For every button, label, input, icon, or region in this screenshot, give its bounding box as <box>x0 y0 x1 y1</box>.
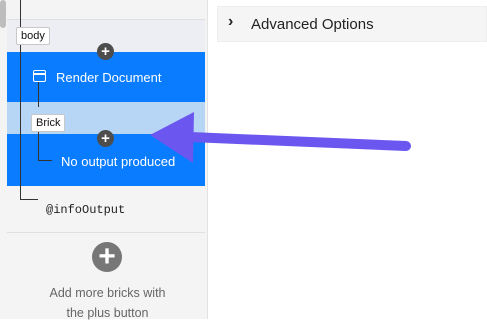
arrow-annotation <box>150 112 411 163</box>
arrow-shaft <box>185 132 411 151</box>
arrow-head <box>150 112 194 163</box>
